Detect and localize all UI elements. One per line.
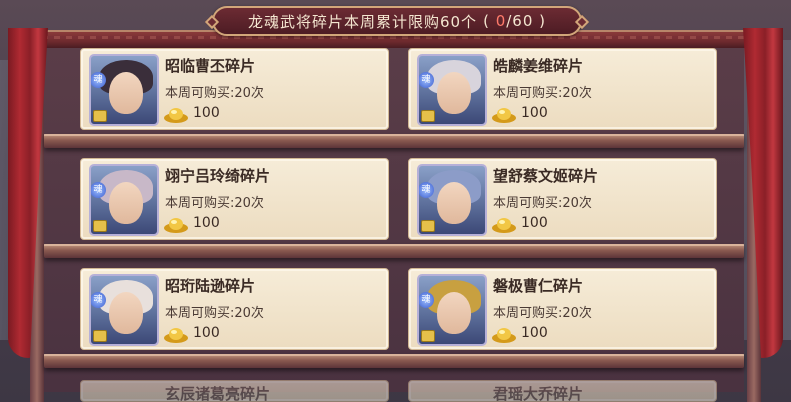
banner-title: 龙魂武将碎片本周累计限购60个 — [247, 12, 478, 31]
item-name: 昭珩陆逊碎片 — [165, 277, 256, 295]
hero-portrait: 魂 — [417, 274, 487, 346]
purchase-limit-banner: 龙魂武将碎片本周累计限购60个 ( 0/60 ) — [204, 6, 590, 36]
shelf-plank — [44, 354, 744, 368]
hero-portrait: 魂 — [89, 54, 159, 126]
purchase-limit: 本周可购买:20次 — [165, 306, 264, 321]
purchase-count-total: /60 — [506, 12, 534, 30]
shop-item-card[interactable]: 魂 昭珩陆逊碎片 本周可购买:20次 100 — [80, 268, 389, 350]
key-badge-icon — [421, 220, 435, 232]
hero-portrait: 魂 — [417, 54, 487, 126]
hero-portrait: 魂 — [89, 164, 159, 236]
purchase-limit: 本周可购买:20次 — [493, 306, 592, 321]
purchase-limit: 本周可购买:20次 — [493, 86, 592, 101]
shop-item-card[interactable]: 玄辰诸葛亮碎片 — [80, 380, 389, 402]
soul-badge-icon: 魂 — [419, 182, 434, 198]
hero-face — [437, 182, 471, 224]
purchase-counter: ( 0/60 ) — [483, 12, 547, 30]
item-name: 玄辰诸葛亮碎片 — [165, 385, 271, 402]
item-price: 100 — [521, 105, 548, 121]
banner-ornament-left — [204, 14, 220, 30]
gold-ingot-icon — [492, 328, 516, 343]
item-price: 100 — [193, 325, 220, 341]
purchase-limit: 本周可购买:20次 — [493, 196, 592, 211]
purchase-limit: 本周可购买:20次 — [165, 196, 264, 211]
item-price: 100 — [521, 215, 548, 231]
shop-item-card[interactable]: 魂 磐极曹仁碎片 本周可购买:20次 100 — [408, 268, 717, 350]
item-price: 100 — [193, 105, 220, 121]
item-price: 100 — [193, 215, 220, 231]
hero-portrait: 魂 — [417, 164, 487, 236]
banner-ornament-right — [574, 14, 590, 30]
item-name: 翊宁吕玲绮碎片 — [165, 167, 271, 185]
shelf-plank — [44, 244, 744, 258]
gold-ingot-icon — [164, 108, 188, 123]
soul-badge-icon: 魂 — [91, 292, 106, 308]
shop-item-card[interactable]: 魂 望舒蔡文姬碎片 本周可购买:20次 100 — [408, 158, 717, 240]
hero-face — [437, 72, 471, 114]
soul-badge-icon: 魂 — [91, 72, 106, 88]
hero-face — [109, 292, 143, 334]
gold-ingot-icon — [492, 218, 516, 233]
key-badge-icon — [421, 330, 435, 342]
item-price: 100 — [521, 325, 548, 341]
shop-item-card[interactable]: 魂 皓麟姜维碎片 本周可购买:20次 100 — [408, 48, 717, 130]
shop-item-card[interactable]: 魂 翊宁吕玲绮碎片 本周可购买:20次 100 — [80, 158, 389, 240]
key-badge-icon — [421, 110, 435, 122]
hero-face — [109, 182, 143, 224]
item-name: 君瑶大乔碎片 — [493, 385, 584, 402]
hero-portrait: 魂 — [89, 274, 159, 346]
key-badge-icon — [93, 220, 107, 232]
soul-badge-icon: 魂 — [419, 72, 434, 88]
purchase-limit: 本周可购买:20次 — [165, 86, 264, 101]
item-name: 磐极曹仁碎片 — [493, 277, 584, 295]
shop-item-card[interactable]: 君瑶大乔碎片 — [408, 380, 717, 402]
key-badge-icon — [93, 110, 107, 122]
gold-ingot-icon — [492, 108, 516, 123]
key-badge-icon — [93, 330, 107, 342]
hero-face — [109, 72, 143, 114]
hero-face — [437, 292, 471, 334]
item-name: 望舒蔡文姬碎片 — [493, 167, 599, 185]
shop-scene: 龙魂武将碎片本周累计限购60个 ( 0/60 ) 魂 昭临曹丕碎片 本周可购买:… — [0, 0, 791, 402]
gold-ingot-icon — [164, 218, 188, 233]
soul-badge-icon: 魂 — [91, 182, 106, 198]
shop-item-card[interactable]: 魂 昭临曹丕碎片 本周可购买:20次 100 — [80, 48, 389, 130]
gold-ingot-icon — [164, 328, 188, 343]
soul-badge-icon: 魂 — [419, 292, 434, 308]
purchase-count-current: 0 — [495, 12, 507, 30]
item-name: 昭临曹丕碎片 — [165, 57, 256, 75]
shelf-plank — [44, 134, 744, 148]
item-name: 皓麟姜维碎片 — [493, 57, 584, 75]
